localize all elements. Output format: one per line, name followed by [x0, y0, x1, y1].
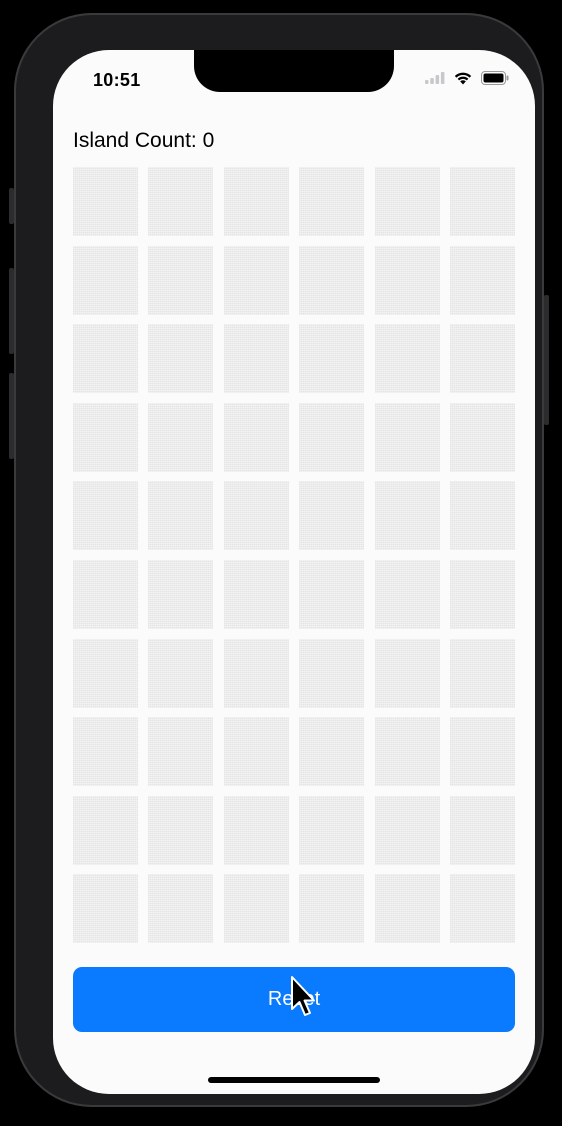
volume-up-button — [9, 268, 14, 354]
grid-cell[interactable] — [299, 559, 365, 629]
grid-cell[interactable] — [73, 324, 138, 394]
grid-cell[interactable] — [148, 167, 214, 236]
grid-cell[interactable] — [449, 559, 515, 629]
grid-cell[interactable] — [449, 245, 515, 315]
grid-cell[interactable] — [73, 402, 138, 472]
reset-button-label: Reset — [267, 988, 321, 1010]
grid-cell[interactable] — [449, 717, 515, 787]
grid-cell[interactable] — [223, 717, 289, 787]
grid-cell[interactable] — [374, 795, 440, 865]
grid-cell[interactable] — [374, 874, 440, 944]
grid-cell[interactable] — [73, 638, 138, 708]
grid-cell[interactable] — [148, 874, 214, 944]
grid-cell[interactable] — [148, 324, 214, 394]
grid-cell[interactable] — [299, 402, 365, 472]
grid-cell[interactable] — [223, 874, 289, 944]
grid-cell[interactable] — [148, 638, 214, 708]
grid-cell[interactable] — [299, 481, 365, 551]
grid-cell[interactable] — [223, 481, 289, 551]
grid-cell[interactable] — [73, 874, 138, 944]
grid-cell[interactable] — [148, 559, 214, 629]
silent-switch — [9, 188, 14, 224]
reset-button[interactable]: Reset — [73, 967, 515, 1032]
status-icons — [425, 70, 509, 90]
grid-cell[interactable] — [449, 167, 515, 236]
grid-cell[interactable] — [73, 717, 138, 787]
grid-cell[interactable] — [299, 324, 365, 394]
grid-cell[interactable] — [299, 717, 365, 787]
grid-cell[interactable] — [223, 638, 289, 708]
grid-cell[interactable] — [374, 324, 440, 394]
notch — [194, 50, 394, 92]
power-button — [544, 295, 549, 425]
grid-cell[interactable] — [449, 402, 515, 472]
grid-cell[interactable] — [374, 402, 440, 472]
grid-cell[interactable] — [223, 245, 289, 315]
grid-cell[interactable] — [73, 245, 138, 315]
grid-cell[interactable] — [148, 717, 214, 787]
grid-cell[interactable] — [449, 638, 515, 708]
grid-cell[interactable] — [449, 795, 515, 865]
grid-cell[interactable] — [223, 559, 289, 629]
grid-cell[interactable] — [299, 795, 365, 865]
grid-cell[interactable] — [73, 481, 138, 551]
grid-cell[interactable] — [449, 874, 515, 944]
grid-cell[interactable] — [374, 245, 440, 315]
screen: 10:51 Island Count: 0 Reset — [53, 50, 535, 1094]
grid-cell[interactable] — [449, 481, 515, 551]
wifi-icon — [453, 70, 473, 90]
grid-cell[interactable] — [374, 481, 440, 551]
grid-cell[interactable] — [299, 638, 365, 708]
grid-cell[interactable] — [73, 795, 138, 865]
grid-cell[interactable] — [148, 481, 214, 551]
grid-cell[interactable] — [148, 245, 214, 315]
grid-cell[interactable] — [299, 874, 365, 944]
grid-cell[interactable] — [449, 324, 515, 394]
battery-icon — [481, 70, 509, 90]
grid-cell[interactable] — [73, 167, 138, 236]
grid-cell[interactable] — [148, 795, 214, 865]
grid-cell[interactable] — [73, 559, 138, 629]
grid-cell[interactable] — [148, 402, 214, 472]
grid-cell[interactable] — [299, 167, 365, 236]
status-time: 10:51 — [93, 70, 141, 90]
cellular-icon — [425, 71, 445, 89]
grid-cell[interactable] — [223, 795, 289, 865]
home-indicator[interactable] — [208, 1077, 380, 1083]
phone-frame: 10:51 Island Count: 0 Reset — [9, 13, 549, 1107]
grid-cell[interactable] — [299, 245, 365, 315]
island-grid — [73, 167, 515, 944]
grid-cell[interactable] — [374, 638, 440, 708]
volume-down-button — [9, 373, 14, 459]
grid-cell[interactable] — [223, 402, 289, 472]
grid-cell[interactable] — [223, 324, 289, 394]
grid-cell[interactable] — [374, 167, 440, 236]
grid-cell[interactable] — [374, 717, 440, 787]
grid-cell[interactable] — [223, 167, 289, 236]
grid-cell[interactable] — [374, 559, 440, 629]
island-count-label: Island Count: 0 — [73, 129, 215, 152]
